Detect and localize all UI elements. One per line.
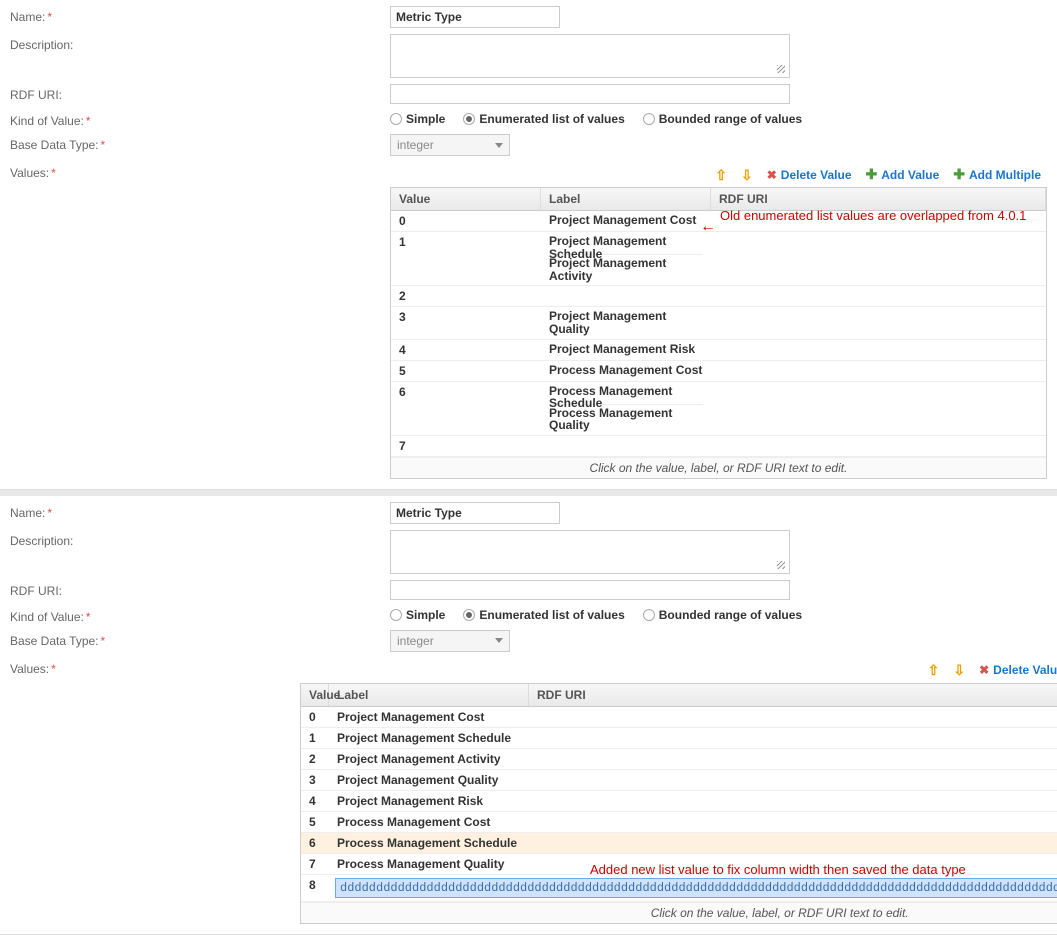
values-table: Value Label RDF URI 0Project Management … [300,683,1057,924]
base-type-combo[interactable]: integer [390,134,510,156]
values-label: Values:* [10,658,110,924]
table-row[interactable]: 7 [391,436,1046,457]
col-rdf-header: RDF URI [711,188,1046,210]
rdf-input[interactable] [390,580,790,600]
name-input[interactable] [390,502,560,524]
radio-bounded[interactable]: Bounded range of values [643,608,802,622]
description-label: Description: [10,530,110,548]
delete-value-button[interactable]: ✖Delete Value [767,168,852,182]
name-input[interactable] [390,6,560,28]
table-row[interactable]: 5Process Management Cost [301,812,1057,833]
move-down-icon[interactable]: ⇩ [741,168,753,182]
radio-simple[interactable]: Simple [390,112,445,126]
rdf-input[interactable] [390,84,790,104]
col-value-header: Value [301,684,329,706]
col-value-header: Value [391,188,541,210]
table-row[interactable]: 6Process Management ScheduleProcess Mana… [391,382,1046,436]
delete-icon: ✖ [979,663,989,677]
edit-hint: Click on the value, label, or RDF URI te… [391,457,1046,478]
arrow-icon: ← [700,218,716,236]
table-row[interactable]: 2 [391,286,1046,307]
delete-value-button[interactable]: ✖Delete Value [979,663,1057,677]
values-toolbar: ⇧ ⇩ ✖Delete Value ✚Add Value ✚Add Multip… [390,162,1047,187]
kind-label: Kind of Value:* [10,110,110,128]
col-rdf-header: RDF URI [529,684,1057,706]
add-value-button[interactable]: ✚Add Value [866,166,940,183]
move-down-icon[interactable]: ⇩ [953,663,965,677]
values-toolbar: ⇧ ⇩ ✖Delete Value ✚Add Value ✚Add Multip… [300,658,1057,683]
base-label: Base Data Type:* [10,134,110,152]
kind-radio-group: Simple Enumerated list of values Bounded… [390,110,1047,126]
values-table: Value Label RDF URI 0Project Management … [390,187,1047,479]
description-textarea[interactable] [390,530,790,574]
delete-icon: ✖ [767,168,777,182]
move-up-icon[interactable]: ⇧ [715,168,727,182]
table-row[interactable]: 1Project Management ScheduleProject Mana… [391,232,1046,286]
rdf-label: RDF URI: [10,580,110,598]
col-label-header: Label [329,684,529,706]
plus-icon: ✚ [953,166,965,183]
table-row[interactable]: 2Project Management Activity [301,749,1057,770]
annotation-fix: Added new list value to fix column width… [590,862,966,877]
values-label: Values:* [10,162,110,479]
table-row[interactable]: 4Project Management Risk [391,340,1046,361]
table-row[interactable]: 3Project Management Quality [391,307,1046,339]
table-row[interactable]: 8ddddddddddddddddddddddddddddddddddddddd… [301,875,1057,902]
name-label: Name:* [10,6,110,24]
plus-icon: ✚ [866,166,878,183]
edit-hint: Click on the value, label, or RDF URI te… [301,902,1057,923]
table-row[interactable]: 4Project Management Risk [301,791,1057,812]
radio-simple[interactable]: Simple [390,608,445,622]
label-edit-input[interactable]: dddddddddddddddddddddddddddddddddddddddd… [335,878,1057,898]
chevron-down-icon [495,143,503,148]
radio-bounded[interactable]: Bounded range of values [643,112,802,126]
table-row[interactable]: 3Project Management Quality [301,770,1057,791]
radio-enum[interactable]: Enumerated list of values [463,112,624,126]
add-multiple-button[interactable]: ✚Add Multiple [953,166,1041,183]
radio-enum[interactable]: Enumerated list of values [463,608,624,622]
base-label: Base Data Type:* [10,630,110,648]
col-label-header: Label [541,188,711,210]
rdf-label: RDF URI: [10,84,110,102]
annotation-overlap: Old enumerated list values are overlappe… [720,208,1026,223]
kind-label: Kind of Value:* [10,606,110,624]
table-row[interactable]: 6Process Management Schedule [301,833,1057,854]
name-label: Name:* [10,502,110,520]
table-row[interactable]: 5Process Management Cost [391,361,1046,382]
table-row[interactable]: 0Project Management Cost [301,707,1057,728]
description-label: Description: [10,34,110,52]
base-type-combo[interactable]: integer [390,630,510,652]
move-up-icon[interactable]: ⇧ [928,663,940,677]
chevron-down-icon [495,638,503,643]
table-row[interactable]: 1Project Management Schedule [301,728,1057,749]
description-textarea[interactable] [390,34,790,78]
kind-radio-group: Simple Enumerated list of values Bounded… [390,606,1047,622]
